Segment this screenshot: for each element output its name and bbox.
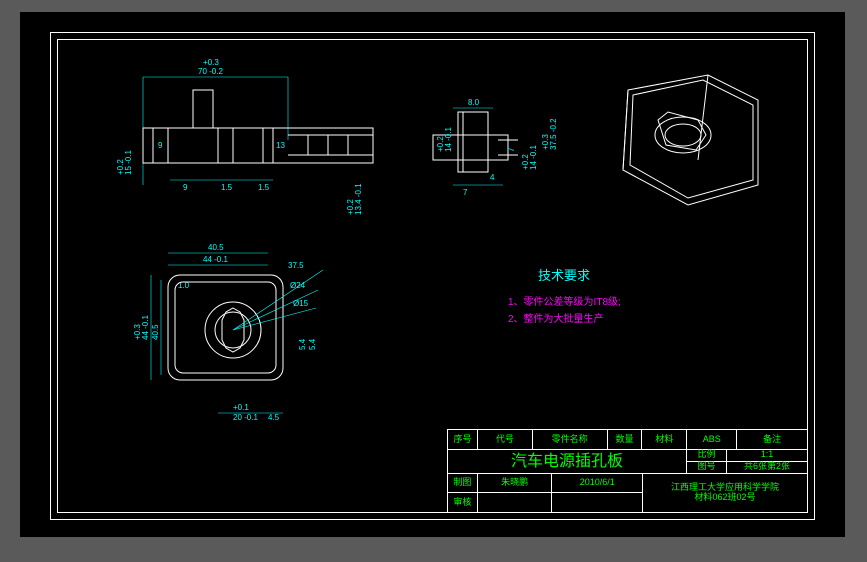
drawing-border: +0.3 70 -0.2 9 1: [57, 39, 808, 513]
date-value: 2010/6/1: [552, 474, 642, 492]
hdr-mat: 材料: [642, 430, 687, 449]
dim-sp2: 1.5: [221, 183, 233, 192]
dim-top: 8.0: [468, 98, 480, 107]
dim-w: 40.5: [208, 243, 224, 252]
sheet-value: 共6张第2张: [727, 462, 807, 473]
side-view: 8.0 +0.2 14 -0.1 7 4 7 +0.2 14 -0.1: [433, 98, 558, 197]
hdr-no: 序号: [448, 430, 478, 449]
drawing-frame: +0.3 70 -0.2 9 1: [50, 32, 815, 520]
tech-notes: 技术要求 1、零件公差等级为IT8级; 2、整件为大批量生产: [508, 268, 621, 325]
dim-s2: 5.4: [308, 338, 317, 350]
notes-line1: 1、零件公差等级为IT8级;: [508, 295, 621, 308]
check-date: [552, 493, 642, 512]
dim-s: 5.4: [298, 338, 307, 350]
hdr-note: 备注: [737, 430, 807, 449]
dim-left: 14 -0.1: [529, 145, 538, 170]
hdr-qty: 数量: [608, 430, 643, 449]
hdr-name: 零件名称: [533, 430, 608, 449]
cad-viewport: +0.3 70 -0.2 9 1: [20, 12, 845, 537]
dim-width: 70 -0.2: [198, 67, 223, 76]
sheet-label: 图号: [687, 462, 727, 473]
check-value: [478, 493, 553, 512]
dim-width-tol: +0.3: [203, 58, 219, 67]
dim-b: 20 -0.1: [233, 413, 258, 422]
dim-d1: Ø24: [290, 281, 306, 290]
drawn-label: 制图: [448, 474, 478, 492]
drawn-value: 朱晓鹏: [478, 474, 553, 492]
title-block: 序号 代号 零件名称 数量 材料 ABS 备注 汽车电源插孔板 比例 1:1: [447, 429, 807, 512]
dim-sp3: 1.5: [258, 183, 270, 192]
iso-view: [623, 75, 758, 205]
dim-v: 14 -0.1: [444, 127, 453, 152]
dim-a1: 37.5: [288, 261, 304, 270]
top-view: +0.3 70 -0.2 9 1: [116, 58, 373, 215]
hdr-mat-v: ABS: [687, 430, 737, 449]
dim-h2: 13: [276, 141, 285, 150]
check-label: 审核: [448, 493, 478, 512]
dim-d2: Ø15: [293, 299, 309, 308]
dim-h1: 9: [158, 141, 163, 150]
dim-r: 7: [507, 147, 516, 152]
dim-b2: 4.5: [268, 413, 280, 422]
front-view: 40.5 44 -0.1 1.0 37.5 Ø24 Ø15: [133, 243, 323, 422]
dim-right: 13.4 -0.1: [354, 183, 363, 215]
scale-value: 1:1: [727, 450, 807, 461]
dim-h2: 40.5: [151, 324, 160, 340]
dim-h: 44 -0.1: [141, 315, 150, 340]
dim-w2: 44 -0.1: [203, 255, 228, 264]
hdr-code: 代号: [478, 430, 533, 449]
notes-title: 技术要求: [538, 268, 590, 283]
org-line2: 材料062班02号: [694, 493, 755, 503]
notes-line2: 2、整件为大批量生产: [508, 312, 604, 325]
org-cell: 江西理工大学应用科学学院 材料062班02号: [643, 474, 807, 512]
drawing-title: 汽车电源插孔板: [448, 450, 687, 473]
dim-b-tol: +0.1: [233, 403, 249, 412]
dim-h: 37.5 -0.2: [549, 118, 558, 150]
dim-r2: 4: [490, 173, 495, 182]
dim-left: 15 -0.1: [124, 150, 133, 175]
dim-b: 7: [463, 188, 468, 197]
dim-sp1: 9: [183, 183, 188, 192]
scale-label: 比例: [687, 450, 727, 461]
